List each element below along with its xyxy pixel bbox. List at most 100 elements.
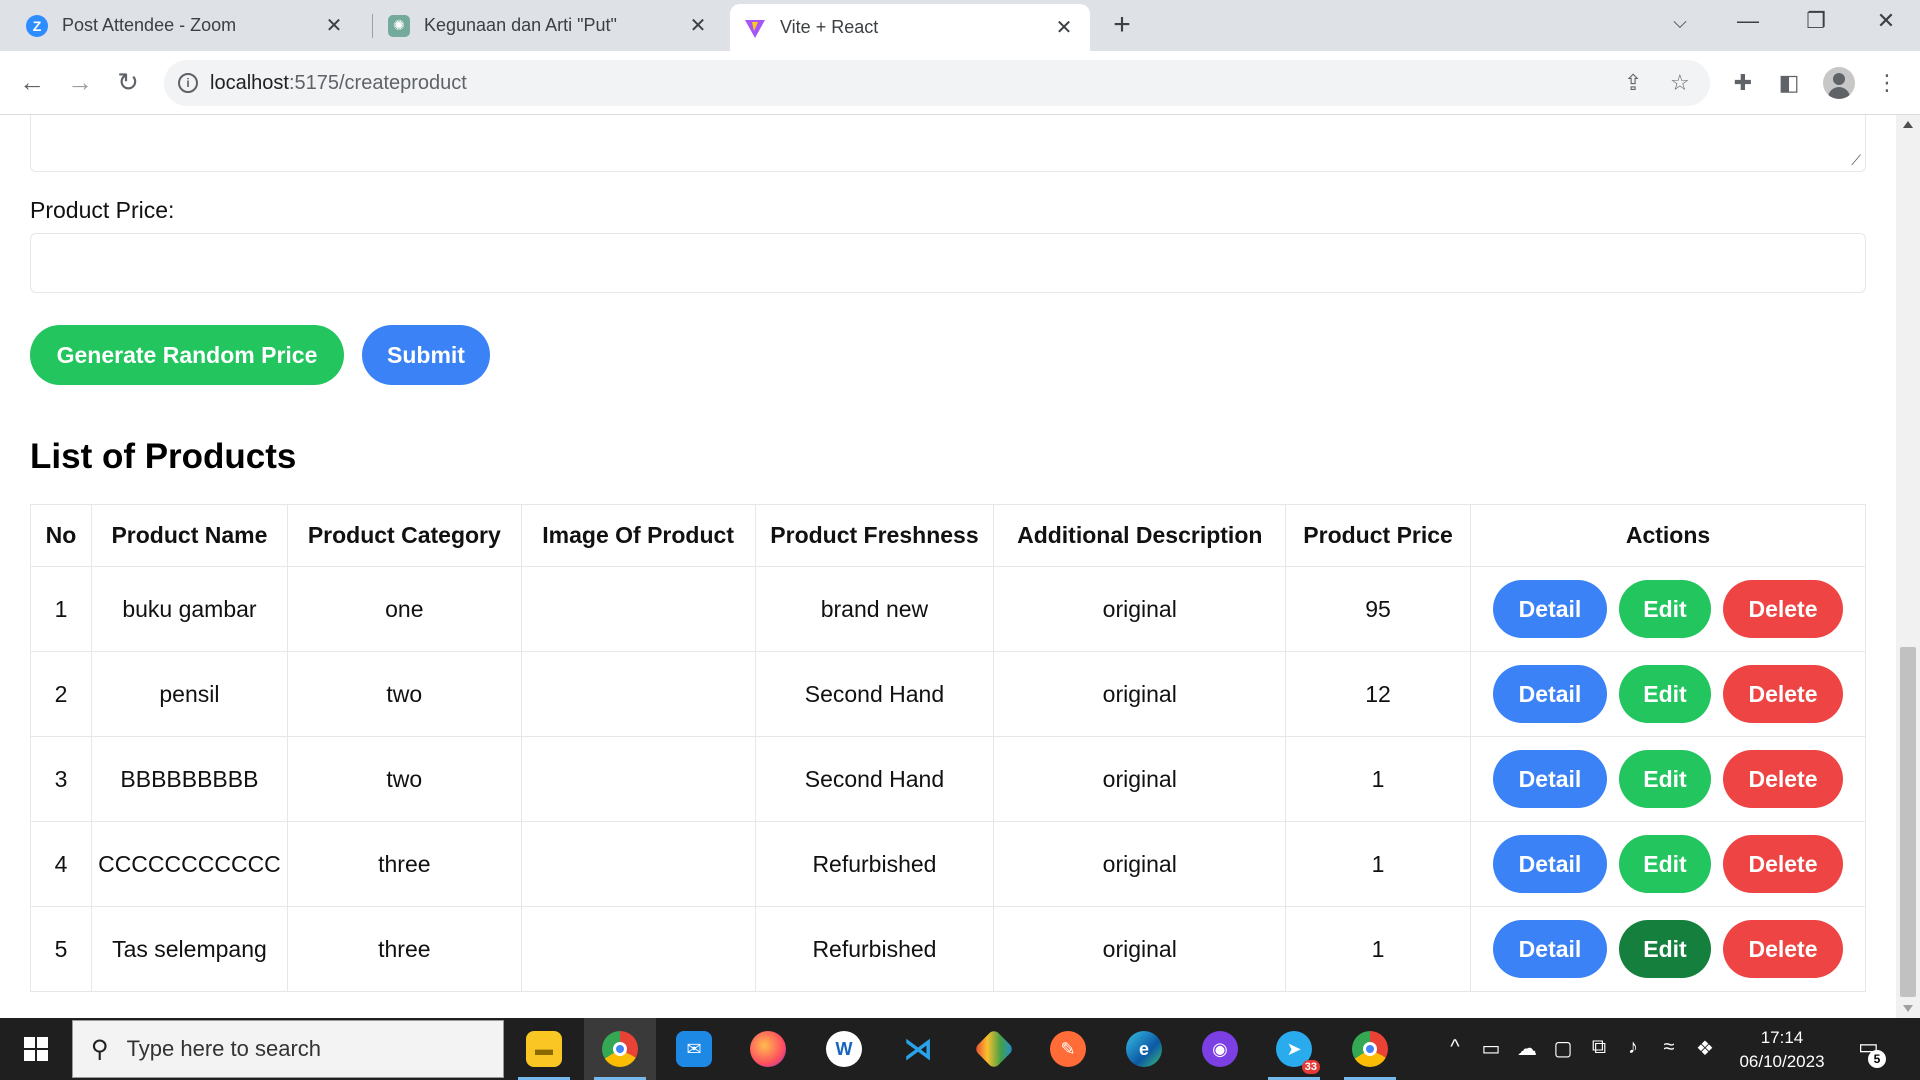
tab-chatgpt[interactable]: ✺ Kegunaan dan Arti "Put" ✕: [374, 0, 724, 51]
taskbar-search-box[interactable]: ⚲ Type here to search: [72, 1020, 504, 1078]
screen: Z Post Attendee - Zoom ✕ ✺ Kegunaan dan …: [0, 0, 1920, 1080]
start-button[interactable]: [0, 1018, 72, 1080]
search-icon: ⚲: [91, 1035, 109, 1063]
delete-button[interactable]: Delete: [1723, 665, 1843, 723]
cell-name: pensil: [90, 651, 288, 737]
cell-no: 3: [30, 736, 92, 822]
vscode-icon: ⋊: [903, 1032, 933, 1066]
tab-title: Post Attendee - Zoom: [62, 15, 237, 35]
taskbar-github[interactable]: ◉: [1184, 1018, 1256, 1080]
description-textarea[interactable]: ⟋: [30, 115, 1866, 172]
taskbar-chrome[interactable]: [584, 1018, 656, 1080]
product-price-input[interactable]: [30, 233, 1866, 293]
tab-vite-react[interactable]: Vite + React ✕: [730, 4, 1090, 51]
bookmark-star-icon[interactable]: ☆: [1670, 70, 1690, 96]
forward-button[interactable]: →: [62, 65, 98, 101]
close-icon[interactable]: ✕: [1052, 15, 1076, 40]
detail-button[interactable]: Detail: [1493, 750, 1607, 808]
detail-button[interactable]: Detail: [1493, 835, 1607, 893]
close-icon[interactable]: ✕: [322, 13, 346, 38]
cell-image: [520, 736, 756, 822]
column-header: Actions: [1470, 504, 1866, 567]
cell-freshness: Refurbished: [754, 906, 995, 992]
edit-button[interactable]: Edit: [1619, 750, 1711, 808]
tab-strip: Z Post Attendee - Zoom ✕ ✺ Kegunaan dan …: [0, 0, 1920, 51]
share-icon[interactable]: ⇪: [1624, 70, 1642, 96]
tab-zoom[interactable]: Z Post Attendee - Zoom ✕: [12, 0, 360, 51]
profile-avatar[interactable]: [1823, 67, 1855, 99]
taskbar-chrome-profile[interactable]: [1334, 1018, 1406, 1080]
restore-button[interactable]: ❐: [1796, 8, 1836, 34]
menu-kebab-icon[interactable]: ⋮: [1870, 66, 1904, 100]
meet-now-icon[interactable]: ▢: [1550, 1036, 1576, 1061]
detail-button[interactable]: Detail: [1493, 665, 1607, 723]
detail-button[interactable]: Detail: [1493, 580, 1607, 638]
dropbox-icon[interactable]: ❖: [1692, 1036, 1718, 1061]
close-window-button[interactable]: ✕: [1866, 8, 1906, 34]
edge-icon: e: [1126, 1031, 1162, 1067]
generate-random-price-button[interactable]: Generate Random Price: [30, 325, 344, 385]
side-panel-icon[interactable]: ◧: [1772, 66, 1806, 100]
volume-icon[interactable]: ♪: [1620, 1036, 1646, 1059]
edit-button[interactable]: Edit: [1619, 580, 1711, 638]
url-text[interactable]: localhost:5175/createproduct: [210, 72, 467, 95]
column-header: Product Freshness: [754, 504, 995, 567]
address-bar[interactable]: i localhost:5175/createproduct ⇪ ☆: [164, 60, 1710, 106]
taskbar-firefox[interactable]: [732, 1018, 804, 1080]
back-button[interactable]: ←: [14, 65, 50, 101]
extensions-icon[interactable]: ✚: [1726, 66, 1760, 100]
page-viewport: ⟋ Product Price: Generate Random Price S…: [0, 115, 1896, 1018]
minimize-button[interactable]: —: [1728, 8, 1768, 34]
zoom-icon: Z: [26, 14, 48, 37]
clock-date: 06/10/2023: [1739, 1052, 1825, 1071]
column-header: Additional Description: [993, 504, 1287, 567]
taskbar-mail[interactable]: ✉: [658, 1018, 730, 1080]
tray-chevron-up-icon[interactable]: ^: [1442, 1036, 1468, 1059]
edit-button[interactable]: Edit: [1619, 665, 1711, 723]
onedrive-warning-icon[interactable]: ☁: [1514, 1036, 1540, 1061]
delete-button[interactable]: Delete: [1723, 835, 1843, 893]
cell-description: original: [993, 906, 1287, 992]
battery-icon[interactable]: ▭: [1478, 1036, 1504, 1061]
delete-button[interactable]: Delete: [1723, 920, 1843, 978]
delete-button[interactable]: Delete: [1723, 750, 1843, 808]
edit-button[interactable]: Edit: [1619, 835, 1711, 893]
page-scrollbar[interactable]: [1896, 115, 1920, 1018]
cell-description: original: [993, 736, 1287, 822]
taskbar-app[interactable]: W: [808, 1018, 880, 1080]
column-header: Product Price: [1285, 504, 1471, 567]
taskbar-vscode[interactable]: ⋊: [882, 1018, 954, 1080]
taskbar-file-explorer[interactable]: ▬: [508, 1018, 580, 1080]
taskbar-edge[interactable]: e: [1108, 1018, 1180, 1080]
display-icon[interactable]: ⧉: [1586, 1036, 1612, 1059]
delete-button[interactable]: Delete: [1723, 580, 1843, 638]
cell-actions: Detail Edit Delete: [1470, 736, 1866, 822]
taskbar-git[interactable]: [958, 1018, 1030, 1080]
mail-icon: ✉: [676, 1031, 712, 1067]
scroll-down-arrow-icon[interactable]: [1903, 1005, 1913, 1012]
taskbar-postman[interactable]: ✎: [1032, 1018, 1104, 1080]
git-icon: [973, 1028, 1015, 1070]
close-icon[interactable]: ✕: [686, 13, 710, 38]
firefox-icon: [750, 1031, 786, 1067]
cell-price: 1: [1285, 906, 1471, 992]
system-clock[interactable]: 17:14 06/10/2023: [1720, 1026, 1844, 1074]
cell-actions: Detail Edit Delete: [1470, 821, 1866, 907]
url-host: localhost: [210, 71, 289, 94]
scroll-thumb[interactable]: [1900, 647, 1916, 997]
submit-button[interactable]: Submit: [362, 325, 490, 385]
cell-name: buku gambar: [90, 566, 288, 652]
site-info-icon[interactable]: i: [178, 73, 198, 93]
edit-button-hovered[interactable]: Edit: [1619, 920, 1711, 978]
tab-separator: [372, 14, 373, 38]
reload-button[interactable]: ↻: [110, 65, 146, 101]
taskbar-telegram[interactable]: ➤ 33: [1258, 1018, 1330, 1080]
cell-category: three: [286, 821, 522, 907]
detail-button[interactable]: Detail: [1493, 920, 1607, 978]
scroll-up-arrow-icon[interactable]: [1903, 121, 1913, 128]
tab-search-chevron-icon[interactable]: ⌵: [1660, 12, 1700, 33]
url-path: :5175/createproduct: [288, 71, 467, 94]
resize-handle-icon[interactable]: ⟋: [1851, 152, 1861, 169]
wifi-icon[interactable]: ≈: [1656, 1036, 1682, 1059]
new-tab-button[interactable]: +: [1108, 10, 1136, 40]
